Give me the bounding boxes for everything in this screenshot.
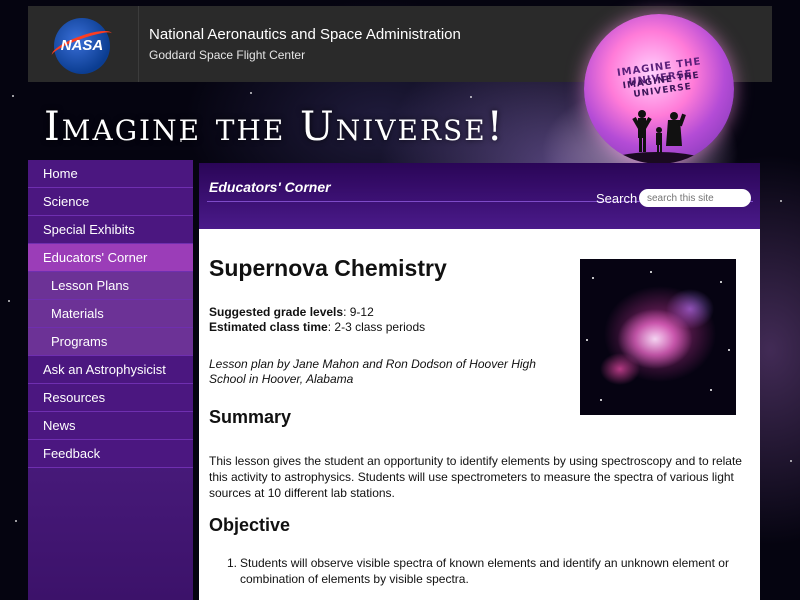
imagine-universe-badge[interactable]: IMAGINE THE UNIVERSE IMAGINE THE UNIVERS… [584,14,734,164]
image-star [720,281,722,283]
grade-value: : 9-12 [343,305,374,319]
sidebar-subitem-programs[interactable]: Programs [28,328,193,356]
search-input[interactable] [639,189,751,207]
class-time-row: Estimated class time: 2-3 class periods [209,320,425,335]
summary-heading: Summary [209,407,292,427]
sidebar-item-ask-an-astrophysicist[interactable]: Ask an Astrophysicist [28,356,193,384]
content-frame: Educators' Corner Search Supernova Chemi… [199,163,760,600]
agency-logo-link[interactable]: NASA [28,6,139,82]
grade-levels-row: Suggested grade levels: 9-12 [209,305,425,320]
star [250,92,252,94]
lesson-meta: Suggested grade levels: 9-12 Estimated c… [209,305,425,335]
star [470,96,472,98]
star [790,460,792,462]
grade-label: Suggested grade levels [209,305,344,319]
lesson-credit: Lesson plan by Jane Mahon and Ron Dodson… [209,357,536,386]
sidebar-nav: Home Science Special Exhibits Educators'… [28,160,193,600]
objective-heading: Objective [209,515,291,535]
summary-text: This lesson gives the student an opportu… [209,454,742,500]
sidebar-item-special-exhibits[interactable]: Special Exhibits [28,216,193,244]
nasa-logo-icon: NASA [49,18,115,74]
supernova-image[interactable] [580,259,736,415]
sidebar-item-home[interactable]: Home [28,160,193,188]
image-star [592,277,594,279]
search-label: Search [596,191,638,206]
star [12,95,14,97]
sidebar-item-educators-corner[interactable]: Educators' Corner [28,244,193,272]
site-title[interactable]: Imagine the Universe! [44,104,505,150]
center-name[interactable]: Goddard Space Flight Center [149,48,305,62]
content-header: Educators' Corner Search [199,163,760,229]
star [15,520,17,522]
article-body: Supernova Chemistry Suggested grade leve… [199,229,760,600]
logo-wordmark: NASA [60,37,104,54]
family-silhouette-icon [602,110,712,164]
sidebar-item-science[interactable]: Science [28,188,193,216]
star [780,200,782,202]
page-title: Supernova Chemistry [209,255,447,281]
sidebar-item-feedback[interactable]: Feedback [28,440,193,468]
time-value: : 2-3 class periods [327,320,426,334]
agency-title[interactable]: National Aeronautics and Space Administr… [149,26,461,43]
objective-number: 1. [227,556,238,570]
sidebar-subitem-materials[interactable]: Materials [28,300,193,328]
image-star [728,349,730,351]
image-star [586,339,588,341]
time-label: Estimated class time [209,320,328,334]
section-title: Educators' Corner [209,179,331,195]
image-star [710,389,712,391]
sidebar-item-news[interactable]: News [28,412,193,440]
sidebar-item-resources[interactable]: Resources [28,384,193,412]
star [8,300,10,302]
image-star [650,271,652,273]
image-star [600,399,602,401]
sidebar-subitem-lesson-plans[interactable]: Lesson Plans [28,272,193,300]
objective-text: Students will observe visible spectra of… [240,556,729,586]
